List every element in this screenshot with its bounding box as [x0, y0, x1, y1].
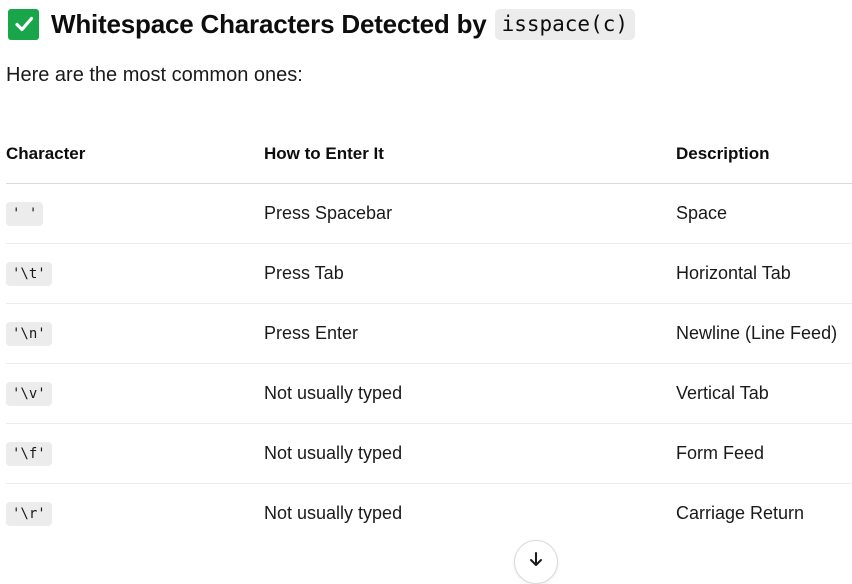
description-cell: Form Feed [676, 423, 852, 484]
how-cell: Press Enter [264, 303, 676, 364]
column-header-description: Description [676, 124, 852, 184]
column-header-how-to-enter: How to Enter It [264, 124, 676, 184]
description-cell: Space [676, 183, 852, 244]
table-row: '\n' Press Enter Newline (Line Feed) [6, 303, 852, 364]
check-mark-icon [8, 8, 39, 40]
table-row: '\r' Not usually typed Carriage Return [6, 484, 852, 544]
heading-title: Whitespace Characters Detected by [51, 8, 487, 39]
character-cell: ' ' [6, 183, 264, 244]
section-heading: Whitespace Characters Detected by isspac… [8, 6, 636, 42]
scroll-to-bottom-button[interactable] [514, 540, 558, 584]
table-row: ' ' Press Spacebar Space [6, 183, 852, 244]
column-header-character: Character [6, 124, 264, 184]
character-code: '\v' [6, 381, 52, 406]
intro-text: Here are the most common ones: [6, 64, 303, 86]
how-cell: Press Tab [264, 243, 676, 304]
whitespace-table: Character How to Enter It Description ' … [6, 124, 852, 543]
table-row: '\f' Not usually typed Form Feed [6, 423, 852, 484]
table-header-row: Character How to Enter It Description [6, 124, 852, 184]
character-cell: '\t' [6, 243, 264, 304]
how-cell: Not usually typed [264, 503, 403, 523]
character-code: '\t' [6, 261, 52, 286]
table-row: '\v' Not usually typed Vertical Tab [6, 363, 852, 424]
description-cell: Newline (Line Feed) [676, 303, 852, 364]
how-cell: Not usually typed [264, 423, 676, 484]
description-cell: Carriage Return [676, 503, 805, 523]
character-cell: '\r' [6, 484, 264, 544]
character-code: ' ' [6, 201, 44, 226]
arrow-down-icon [530, 552, 542, 566]
character-cell: '\v' [6, 363, 264, 424]
how-cell: Press Spacebar [264, 183, 676, 244]
character-code: '\r' [6, 501, 52, 526]
character-code: '\f' [6, 441, 52, 466]
character-cell: '\n' [6, 303, 264, 364]
heading-inline-code: isspace(c) [494, 8, 636, 40]
description-cell: Vertical Tab [676, 363, 852, 424]
character-code: '\n' [6, 321, 52, 346]
table-row: '\t' Press Tab Horizontal Tab [6, 243, 852, 304]
description-cell: Horizontal Tab [676, 243, 852, 304]
character-cell: '\f' [6, 423, 264, 484]
how-cell: Not usually typed [264, 363, 676, 424]
